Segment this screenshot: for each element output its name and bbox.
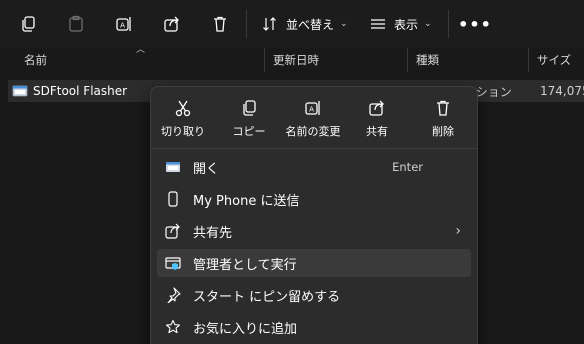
- share-icon: [165, 223, 180, 239]
- rename-button[interactable]: A 名前の変更: [281, 93, 345, 143]
- command-bar: A 並べ替え ⌄ 表示 ⌄ •••: [0, 0, 584, 48]
- cut-button[interactable]: 切り取り: [151, 93, 215, 143]
- shortcut-hint: Enter: [392, 160, 423, 174]
- delete-icon: [214, 16, 226, 32]
- svg-text:A: A: [309, 106, 314, 114]
- copy-icon: [22, 16, 35, 32]
- paste-icon: [69, 15, 83, 32]
- chevron-right-icon: ›: [455, 223, 461, 239]
- copy-button[interactable]: コピー: [217, 93, 281, 143]
- cut-icon: [175, 100, 191, 117]
- column-header-bar: 名前 更新日時 種類 サイズ: [0, 48, 584, 72]
- context-menu-divider: [151, 148, 477, 149]
- sort-ascending-icon: ︿: [136, 45, 146, 55]
- menu-item-pin-to-start[interactable]: スタート にピン留めする: [157, 281, 471, 309]
- sort-label: 並べ替え: [286, 17, 335, 32]
- menu-item-label: 共有先: [193, 225, 233, 241]
- column-header-size[interactable]: サイズ: [529, 48, 584, 72]
- cut-label: 切り取り: [161, 125, 205, 138]
- view-icon: [371, 19, 385, 29]
- more-options-button[interactable]: •••: [458, 10, 491, 38]
- column-header-type[interactable]: 種類: [408, 48, 528, 72]
- svg-text:A: A: [120, 22, 125, 30]
- open-icon: [166, 162, 180, 172]
- shield-icon: [165, 257, 181, 270]
- copy-icon: [243, 100, 256, 116]
- file-explorer-window: A 並べ替え ⌄ 表示 ⌄ ••• 名前 更新日時 種類 サイズ ︿ SDFto…: [0, 0, 584, 344]
- share-label: 共有: [366, 125, 388, 138]
- copy-toolbar-button[interactable]: [14, 10, 42, 38]
- view-label: 表示: [394, 17, 419, 32]
- menu-item-label: 管理者として実行: [193, 257, 297, 273]
- delete-label: 削除: [432, 125, 454, 138]
- menu-item-share-with[interactable]: 共有先 ›: [157, 217, 471, 245]
- delete-icon: [437, 100, 449, 116]
- context-menu: 切り取り コピー A 名前の変更 共有 削除 開く Enter My Phone…: [150, 86, 478, 344]
- file-name: SDFtool Flasher: [33, 84, 128, 98]
- menu-item-label: お気に入りに追加: [193, 321, 298, 337]
- rename-label: 名前の変更: [285, 125, 341, 138]
- menu-item-run-as-admin[interactable]: 管理者として実行: [157, 249, 471, 277]
- share-icon: [369, 100, 384, 116]
- application-icon: [12, 85, 28, 97]
- share-toolbar-button[interactable]: [158, 10, 186, 38]
- rename-toolbar-button[interactable]: A: [110, 10, 138, 38]
- rename-icon: A: [305, 101, 320, 115]
- pin-icon: [167, 287, 181, 303]
- file-size: 174,075: [540, 84, 584, 98]
- menu-item-open[interactable]: 開く Enter: [157, 153, 471, 181]
- toolbar-divider: [448, 10, 449, 38]
- view-button[interactable]: 表示 ⌄: [370, 10, 432, 38]
- context-menu-quick-actions: 切り取り コピー A 名前の変更 共有 削除: [151, 87, 477, 147]
- menu-item-label: スタート にピン留めする: [193, 289, 341, 305]
- menu-item-add-to-favorites[interactable]: お気に入りに追加: [157, 313, 471, 341]
- delete-button[interactable]: 削除: [411, 93, 475, 143]
- sort-icon: [263, 17, 276, 31]
- menu-item-label: 開く: [193, 161, 220, 177]
- chevron-down-icon: ⌄: [340, 19, 348, 29]
- share-button[interactable]: 共有: [345, 93, 409, 143]
- menu-item-label: My Phone に送信: [193, 193, 300, 209]
- share-icon: [164, 16, 179, 32]
- delete-toolbar-button[interactable]: [206, 10, 234, 38]
- rename-icon: A: [116, 17, 131, 31]
- phone-icon: [168, 191, 178, 207]
- paste-toolbar-button[interactable]: [62, 10, 90, 38]
- star-icon: [165, 319, 181, 334]
- copy-label: コピー: [232, 125, 266, 138]
- column-header-modified[interactable]: 更新日時: [265, 48, 407, 72]
- chevron-down-icon: ⌄: [424, 19, 432, 29]
- menu-item-send-to-phone[interactable]: My Phone に送信: [157, 185, 471, 213]
- sort-button[interactable]: 並べ替え ⌄: [262, 10, 348, 38]
- toolbar-divider: [246, 10, 247, 38]
